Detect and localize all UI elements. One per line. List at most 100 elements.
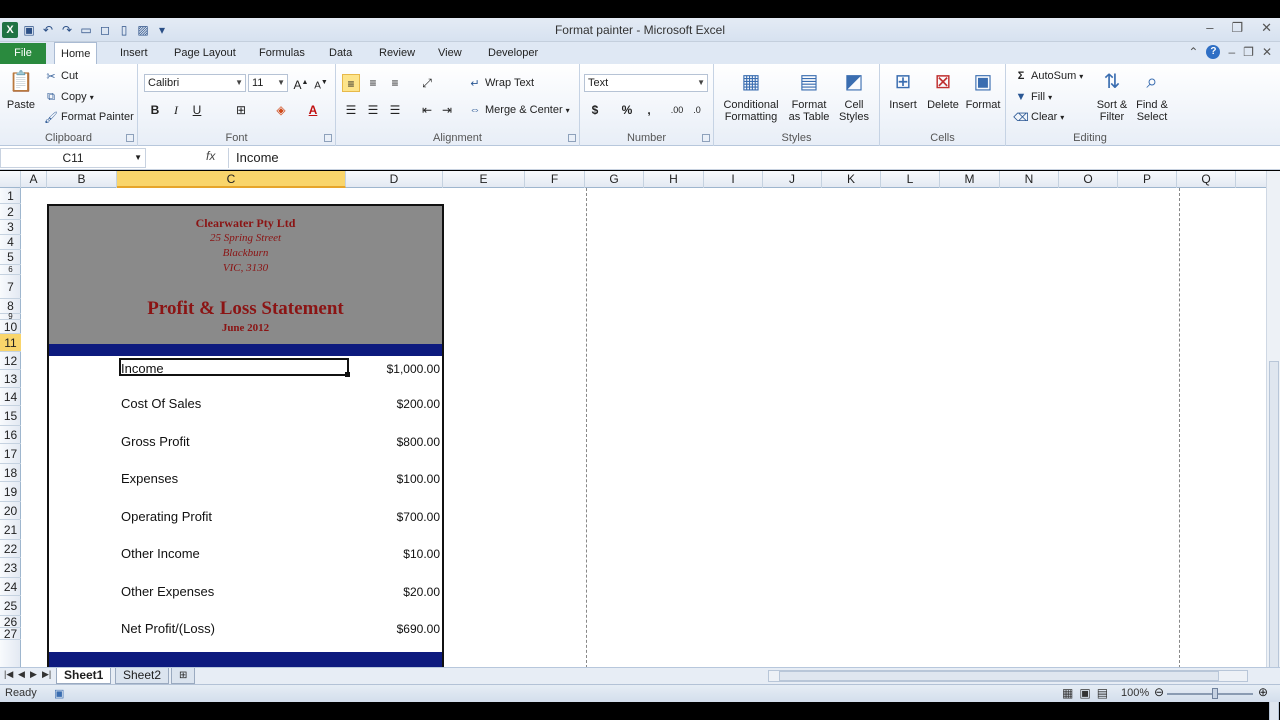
worksheet-grid[interactable]: ABCDEFGHIJKLMNOPQ 1 2 3 4 5 6 7 8 9 10 11 12 13 14 15 1…	[0, 171, 1266, 667]
conditional-formatting-button[interactable]: ▦ Conditional Formatting	[718, 68, 784, 123]
line-label[interactable]: Cost Of Sales	[121, 396, 201, 411]
line-amount[interactable]: $800.00	[397, 435, 440, 449]
align-bottom-icon[interactable]: ≡	[386, 74, 404, 92]
line-amount[interactable]: $1,000.00	[387, 362, 440, 376]
insert-button[interactable]: ⊞ Insert	[884, 68, 922, 111]
row-header-16[interactable]: 16	[0, 426, 21, 444]
zoom-out-icon[interactable]: ⊖	[1154, 685, 1164, 699]
row-header-4[interactable]: 4	[0, 235, 21, 250]
increase-decimal-icon[interactable]: .00	[668, 101, 686, 119]
decrease-decimal-icon[interactable]: .0	[688, 101, 706, 119]
tab-formulas[interactable]: Formulas	[253, 42, 311, 64]
zoom-level[interactable]: 100%	[1121, 687, 1149, 699]
column-header-a[interactable]: A	[21, 171, 47, 188]
line-amount[interactable]: $690.00	[397, 622, 440, 636]
paste-button[interactable]: 📋 Paste	[4, 68, 38, 111]
row-header-12[interactable]: 12	[0, 352, 21, 370]
align-top-icon[interactable]: ≡	[342, 74, 360, 92]
macro-record-icon[interactable]: ▣	[54, 687, 64, 700]
line-label[interactable]: Gross Profit	[121, 434, 190, 449]
percent-icon[interactable]: %	[618, 101, 636, 119]
fill-button[interactable]: ▼ Fill ▾	[1014, 90, 1053, 104]
column-header-l[interactable]: L	[881, 171, 940, 188]
column-header-m[interactable]: M	[940, 171, 1000, 188]
normal-view-icon[interactable]: ▦	[1062, 686, 1073, 700]
underline-button[interactable]: U	[188, 101, 206, 119]
grow-font-button[interactable]: A▲	[292, 74, 310, 92]
insert-function-icon[interactable]: fx	[206, 149, 215, 163]
row-header-5[interactable]: 5	[0, 250, 21, 265]
alignment-launcher[interactable]	[568, 134, 576, 142]
page-layout-view-icon[interactable]: ▣	[1079, 686, 1090, 700]
column-header-k[interactable]: K	[822, 171, 881, 188]
tab-page-layout[interactable]: Page Layout	[168, 42, 242, 64]
tab-developer[interactable]: Developer	[482, 42, 544, 64]
row-header-6[interactable]: 6	[0, 265, 21, 275]
row-header-27[interactable]: 27	[0, 628, 21, 640]
name-box[interactable]: C11 ▼	[0, 148, 146, 168]
column-header-n[interactable]: N	[1000, 171, 1059, 188]
workbook-minimize-icon[interactable]: –	[1228, 45, 1235, 59]
row-header-2[interactable]: 2	[0, 204, 21, 220]
tab-insert[interactable]: Insert	[114, 42, 154, 64]
format-button[interactable]: ▣ Format	[964, 68, 1002, 111]
row-header-20[interactable]: 20	[0, 502, 21, 520]
help-icon[interactable]: ?	[1206, 45, 1221, 59]
line-amount[interactable]: $700.00	[397, 510, 440, 524]
insert-sheet-icon[interactable]: ⊞	[171, 668, 196, 684]
align-middle-icon[interactable]: ≡	[364, 74, 382, 92]
tab-file[interactable]: File	[0, 43, 46, 64]
line-label[interactable]: Other Income	[121, 546, 200, 561]
row-header-7[interactable]: 7	[0, 275, 21, 299]
line-label[interactable]: Expenses	[121, 471, 178, 486]
line-label[interactable]: Other Expenses	[121, 584, 214, 599]
italic-button[interactable]: I	[167, 101, 185, 119]
row-header-17[interactable]: 17	[0, 444, 21, 464]
tab-data[interactable]: Data	[323, 42, 358, 64]
align-left-icon[interactable]: ☰	[342, 101, 360, 119]
row-header-14[interactable]: 14	[0, 388, 21, 406]
format-as-table-button[interactable]: ▤ Format as Table	[784, 68, 834, 123]
column-header-h[interactable]: H	[644, 171, 704, 188]
close-icon[interactable]: ✕	[1261, 20, 1272, 36]
line-amount[interactable]: $20.00	[403, 585, 440, 599]
column-header-j[interactable]: J	[763, 171, 822, 188]
column-header-d[interactable]: D	[346, 171, 443, 188]
tab-home[interactable]: Home	[54, 42, 98, 65]
minimize-icon[interactable]: –	[1206, 20, 1213, 36]
column-header-i[interactable]: I	[704, 171, 763, 188]
row-header-25[interactable]: 25	[0, 596, 21, 616]
row-header-18[interactable]: 18	[0, 464, 21, 482]
line-label[interactable]: Operating Profit	[121, 509, 212, 524]
horizontal-scrollbar[interactable]	[768, 670, 1248, 682]
row-header-24[interactable]: 24	[0, 578, 21, 596]
page-break-view-icon[interactable]: ▤	[1097, 686, 1108, 700]
column-header-b[interactable]: B	[47, 171, 117, 188]
prev-sheet-icon[interactable]: ◀	[18, 669, 25, 680]
orientation-icon[interactable]: ⤢	[418, 74, 436, 92]
vertical-scrollbar[interactable]	[1266, 171, 1280, 720]
workbook-restore-icon[interactable]: ❐	[1243, 45, 1254, 59]
row-header-23[interactable]: 23	[0, 558, 21, 578]
tab-review[interactable]: Review	[373, 42, 421, 64]
clipboard-launcher[interactable]	[126, 134, 134, 142]
align-center-icon[interactable]: ☰	[364, 101, 382, 119]
column-header-c[interactable]: C	[117, 171, 346, 188]
zoom-slider-thumb[interactable]	[1212, 688, 1218, 699]
font-size-combo[interactable]: 11 ▼	[248, 74, 288, 92]
line-amount[interactable]: $100.00	[397, 472, 440, 486]
minimize-ribbon-icon[interactable]: ⌃	[1188, 45, 1198, 59]
sheet-tab-sheet1[interactable]: Sheet1	[56, 668, 112, 684]
row-header-19[interactable]: 19	[0, 482, 21, 502]
sheet-tab-sheet2[interactable]: Sheet2	[115, 668, 170, 684]
row-header-13[interactable]: 13	[0, 370, 21, 388]
zoom-in-icon[interactable]: ⊕	[1258, 685, 1268, 699]
restore-icon[interactable]: ❐	[1231, 20, 1243, 36]
formula-input[interactable]: Income	[228, 148, 1268, 168]
delete-button[interactable]: ⊠ Delete	[924, 68, 962, 111]
column-header-g[interactable]: G	[585, 171, 644, 188]
row-header-15[interactable]: 15	[0, 406, 21, 426]
bold-button[interactable]: B	[146, 101, 164, 119]
row-header-3[interactable]: 3	[0, 220, 21, 235]
column-header-o[interactable]: O	[1059, 171, 1118, 188]
